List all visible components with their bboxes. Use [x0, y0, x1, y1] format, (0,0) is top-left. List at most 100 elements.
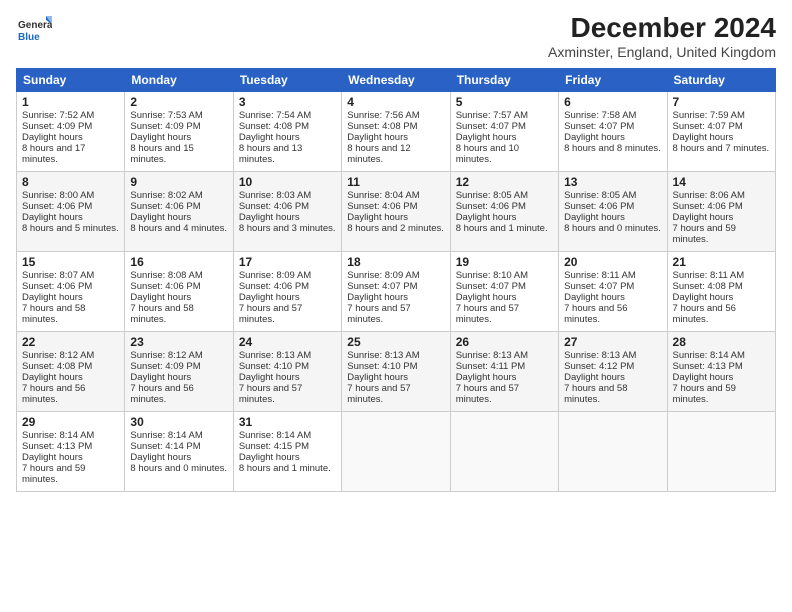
daylight-text: Daylight hours	[239, 452, 300, 463]
table-cell: 18Sunrise: 8:09 AMSunset: 4:07 PMDayligh…	[342, 252, 450, 332]
day-number: 30	[130, 415, 227, 429]
daylight-duration: 8 hours and 13 minutes.	[239, 143, 302, 165]
daylight-duration: 7 hours and 56 minutes.	[22, 383, 85, 405]
table-cell	[342, 412, 450, 492]
daylight-duration: 7 hours and 59 minutes.	[22, 463, 85, 485]
sunset-text: Sunset: 4:07 PM	[564, 121, 634, 132]
table-cell: 21Sunrise: 8:11 AMSunset: 4:08 PMDayligh…	[667, 252, 775, 332]
daylight-duration: 7 hours and 57 minutes.	[456, 303, 519, 325]
daylight-text: Daylight hours	[456, 132, 517, 143]
daylight-duration: 8 hours and 8 minutes.	[564, 143, 661, 154]
sunset-text: Sunset: 4:08 PM	[347, 121, 417, 132]
svg-text:Blue: Blue	[18, 32, 40, 43]
week-row-5: 29Sunrise: 8:14 AMSunset: 4:13 PMDayligh…	[17, 412, 776, 492]
daylight-text: Daylight hours	[673, 132, 734, 143]
daylight-text: Daylight hours	[564, 212, 625, 223]
daylight-text: Daylight hours	[239, 212, 300, 223]
table-cell	[667, 412, 775, 492]
sunset-text: Sunset: 4:07 PM	[456, 281, 526, 292]
daylight-text: Daylight hours	[130, 292, 191, 303]
table-cell: 2Sunrise: 7:53 AMSunset: 4:09 PMDaylight…	[125, 92, 233, 172]
sunrise-text: Sunrise: 8:13 AM	[564, 350, 636, 361]
daylight-duration: 8 hours and 4 minutes.	[130, 223, 227, 234]
sunset-text: Sunset: 4:06 PM	[130, 281, 200, 292]
day-number: 23	[130, 335, 227, 349]
day-number: 8	[22, 175, 119, 189]
sunset-text: Sunset: 4:06 PM	[673, 201, 743, 212]
day-number: 2	[130, 95, 227, 109]
day-number: 3	[239, 95, 336, 109]
header: General Blue December 2024 Axminster, En…	[16, 12, 776, 60]
col-saturday: Saturday	[667, 69, 775, 92]
table-cell: 5Sunrise: 7:57 AMSunset: 4:07 PMDaylight…	[450, 92, 558, 172]
sunrise-text: Sunrise: 8:14 AM	[22, 430, 94, 441]
day-number: 16	[130, 255, 227, 269]
sunset-text: Sunset: 4:06 PM	[239, 281, 309, 292]
week-row-3: 15Sunrise: 8:07 AMSunset: 4:06 PMDayligh…	[17, 252, 776, 332]
daylight-text: Daylight hours	[673, 292, 734, 303]
sunset-text: Sunset: 4:08 PM	[673, 281, 743, 292]
table-cell: 17Sunrise: 8:09 AMSunset: 4:06 PMDayligh…	[233, 252, 341, 332]
table-cell: 15Sunrise: 8:07 AMSunset: 4:06 PMDayligh…	[17, 252, 125, 332]
col-tuesday: Tuesday	[233, 69, 341, 92]
sunrise-text: Sunrise: 7:54 AM	[239, 110, 311, 121]
daylight-text: Daylight hours	[130, 132, 191, 143]
day-number: 28	[673, 335, 770, 349]
table-cell: 6Sunrise: 7:58 AMSunset: 4:07 PMDaylight…	[559, 92, 667, 172]
daylight-text: Daylight hours	[347, 372, 408, 383]
daylight-text: Daylight hours	[347, 292, 408, 303]
day-number: 29	[22, 415, 119, 429]
day-number: 10	[239, 175, 336, 189]
daylight-text: Daylight hours	[130, 212, 191, 223]
daylight-text: Daylight hours	[22, 212, 83, 223]
sunset-text: Sunset: 4:09 PM	[130, 121, 200, 132]
daylight-duration: 8 hours and 0 minutes.	[564, 223, 661, 234]
daylight-duration: 8 hours and 5 minutes.	[22, 223, 119, 234]
table-cell: 28Sunrise: 8:14 AMSunset: 4:13 PMDayligh…	[667, 332, 775, 412]
sunrise-text: Sunrise: 8:10 AM	[456, 270, 528, 281]
subtitle: Axminster, England, United Kingdom	[548, 44, 776, 60]
table-cell	[559, 412, 667, 492]
table-cell: 29Sunrise: 8:14 AMSunset: 4:13 PMDayligh…	[17, 412, 125, 492]
daylight-duration: 7 hours and 57 minutes.	[239, 303, 302, 325]
day-number: 22	[22, 335, 119, 349]
col-monday: Monday	[125, 69, 233, 92]
table-cell: 9Sunrise: 8:02 AMSunset: 4:06 PMDaylight…	[125, 172, 233, 252]
table-cell: 16Sunrise: 8:08 AMSunset: 4:06 PMDayligh…	[125, 252, 233, 332]
table-cell: 19Sunrise: 8:10 AMSunset: 4:07 PMDayligh…	[450, 252, 558, 332]
table-cell: 20Sunrise: 8:11 AMSunset: 4:07 PMDayligh…	[559, 252, 667, 332]
table-cell: 12Sunrise: 8:05 AMSunset: 4:06 PMDayligh…	[450, 172, 558, 252]
daylight-text: Daylight hours	[22, 452, 83, 463]
daylight-duration: 8 hours and 1 minute.	[239, 463, 331, 474]
sunrise-text: Sunrise: 8:12 AM	[22, 350, 94, 361]
daylight-duration: 7 hours and 58 minutes.	[564, 383, 627, 405]
day-number: 18	[347, 255, 444, 269]
daylight-duration: 7 hours and 57 minutes.	[456, 383, 519, 405]
col-friday: Friday	[559, 69, 667, 92]
logo-svg: General Blue	[16, 12, 52, 48]
daylight-text: Daylight hours	[456, 212, 517, 223]
day-number: 4	[347, 95, 444, 109]
day-number: 9	[130, 175, 227, 189]
daylight-duration: 8 hours and 2 minutes.	[347, 223, 444, 234]
daylight-duration: 7 hours and 59 minutes.	[673, 223, 736, 245]
sunrise-text: Sunrise: 8:13 AM	[456, 350, 528, 361]
daylight-text: Daylight hours	[22, 292, 83, 303]
sunrise-text: Sunrise: 8:14 AM	[673, 350, 745, 361]
day-number: 27	[564, 335, 661, 349]
daylight-duration: 8 hours and 10 minutes.	[456, 143, 519, 165]
col-sunday: Sunday	[17, 69, 125, 92]
sunrise-text: Sunrise: 8:05 AM	[456, 190, 528, 201]
sunrise-text: Sunrise: 8:11 AM	[673, 270, 745, 281]
table-cell: 11Sunrise: 8:04 AMSunset: 4:06 PMDayligh…	[342, 172, 450, 252]
table-cell: 27Sunrise: 8:13 AMSunset: 4:12 PMDayligh…	[559, 332, 667, 412]
daylight-text: Daylight hours	[347, 132, 408, 143]
table-cell: 14Sunrise: 8:06 AMSunset: 4:06 PMDayligh…	[667, 172, 775, 252]
sunset-text: Sunset: 4:10 PM	[239, 361, 309, 372]
sunset-text: Sunset: 4:06 PM	[22, 201, 92, 212]
table-cell: 25Sunrise: 8:13 AMSunset: 4:10 PMDayligh…	[342, 332, 450, 412]
daylight-text: Daylight hours	[130, 372, 191, 383]
daylight-text: Daylight hours	[22, 372, 83, 383]
sunrise-text: Sunrise: 7:56 AM	[347, 110, 419, 121]
daylight-text: Daylight hours	[239, 372, 300, 383]
